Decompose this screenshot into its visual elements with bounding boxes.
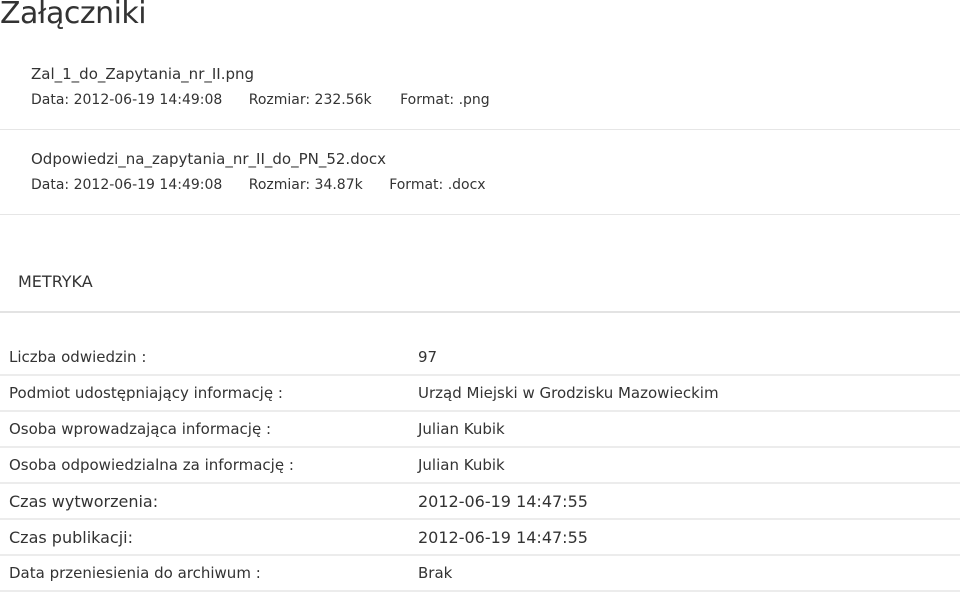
metryka-label: Liczba odwiedzin :: [9, 348, 147, 366]
metryka-value: 2012-06-19 14:47:55: [418, 528, 588, 547]
metryka-label: Data przeniesienia do archiwum :: [9, 564, 261, 582]
attachment-item: Zal_1_do_Zapytania_nr_II.png Data: 2012-…: [0, 64, 960, 130]
attachment-size: Rozmiar: 232.56k: [248, 92, 372, 108]
metryka-row-visits: Liczba odwiedzin : 97: [0, 340, 960, 376]
attachment-format: Format: .png: [400, 92, 490, 108]
attachment-link[interactable]: Odpowiedzi_na_zapytania_nr_II_do_PN_52.d…: [31, 149, 386, 169]
metryka-value: 2012-06-19 14:47:55: [418, 492, 588, 511]
metryka-row-responsible: Osoba odpowiedzialna za informację : Jul…: [0, 448, 960, 484]
section-divider: [0, 311, 960, 313]
attachment-link[interactable]: Zal_1_do_Zapytania_nr_II.png: [31, 64, 254, 84]
attachment-size: Rozmiar: 34.87k: [248, 177, 363, 193]
attachment-date: Data: 2012-06-19 14:49:08: [31, 92, 223, 108]
metryka-table: Liczba odwiedzin : 97 Podmiot udostępnia…: [0, 340, 960, 592]
metryka-label: Osoba wprowadzająca informację :: [9, 420, 272, 438]
metryka-row-entered-by: Osoba wprowadzająca informację : Julian …: [0, 412, 960, 448]
metryka-row-published: Czas publikacji: 2012-06-19 14:47:55: [0, 520, 960, 556]
metryka-value: Julian Kubik: [418, 456, 505, 474]
metryka-label: Osoba odpowiedzialna za informację :: [9, 456, 294, 474]
metryka-label: Czas publikacji:: [9, 528, 134, 547]
metryka-value: Urząd Miejski w Grodzisku Mazowieckim: [418, 384, 719, 402]
attachment-meta: Data: 2012-06-19 14:49:08 Rozmiar: 232.5…: [31, 90, 960, 110]
metryka-row-entity: Podmiot udostępniający informację : Urzą…: [0, 376, 960, 412]
metryka-heading: METRYKA: [18, 272, 93, 291]
metryka-value: Julian Kubik: [418, 420, 505, 438]
metryka-value: 97: [418, 348, 438, 366]
attachment-date: Data: 2012-06-19 14:49:08: [31, 177, 223, 193]
attachment-format: Format: .docx: [389, 177, 486, 193]
page-title: Załączniki: [0, 0, 147, 31]
attachment-item: Odpowiedzi_na_zapytania_nr_II_do_PN_52.d…: [0, 149, 960, 215]
metryka-row-created: Czas wytworzenia: 2012-06-19 14:47:55: [0, 484, 960, 520]
metryka-label: Podmiot udostępniający informację :: [9, 384, 283, 402]
metryka-row-archived: Data przeniesienia do archiwum : Brak: [0, 556, 960, 592]
metryka-label: Czas wytworzenia:: [9, 492, 159, 511]
metryka-value: Brak: [418, 564, 453, 582]
attachment-meta: Data: 2012-06-19 14:49:08 Rozmiar: 34.87…: [31, 175, 960, 195]
